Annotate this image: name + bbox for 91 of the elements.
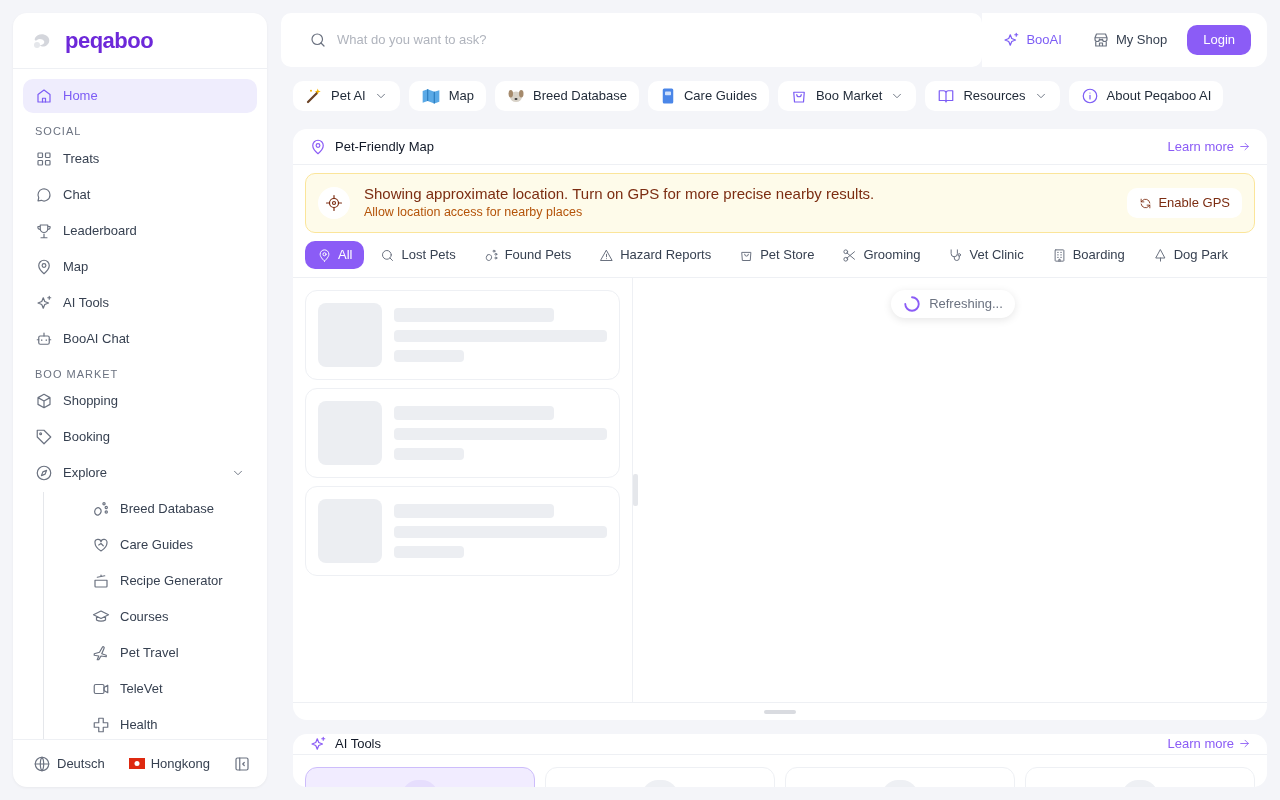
sidebar-subitem[interactable]: Pet Travel bbox=[80, 636, 257, 670]
dog-face-icon bbox=[507, 87, 525, 105]
learn-more-link[interactable]: Learn more bbox=[1167, 734, 1251, 754]
nav-chip[interactable]: Breed Database bbox=[495, 81, 639, 111]
pot-icon bbox=[92, 572, 110, 590]
sidebar-subitem[interactable]: Breed Database bbox=[80, 492, 257, 526]
search-icon bbox=[309, 31, 327, 49]
heart-icon bbox=[92, 536, 110, 554]
category-filter[interactable]: All bbox=[305, 241, 365, 269]
sparkle-icon bbox=[1002, 31, 1021, 49]
learn-more-link[interactable]: Learn more bbox=[1167, 136, 1251, 157]
sidebar-item[interactable]: Map bbox=[23, 249, 257, 284]
map-pin-icon bbox=[317, 247, 332, 263]
language-selector[interactable]: Deutsch bbox=[29, 749, 109, 778]
stethoscope-icon bbox=[948, 247, 964, 263]
trophy-icon bbox=[35, 221, 53, 240]
category-filter[interactable]: Boarding bbox=[1039, 241, 1137, 269]
store-icon bbox=[1091, 31, 1110, 49]
magic-wand-icon bbox=[305, 87, 323, 105]
tag-icon bbox=[35, 428, 53, 446]
nav-chip[interactable]: Resources bbox=[925, 81, 1060, 111]
flag-icon bbox=[128, 758, 145, 769]
info-icon bbox=[1080, 87, 1099, 105]
login-button[interactable]: Login bbox=[1187, 25, 1251, 55]
compass-icon bbox=[35, 464, 53, 482]
sidebar-subitem[interactable]: Care Guides bbox=[80, 528, 257, 562]
plus-icon bbox=[92, 716, 110, 734]
section-heading: SOCIAL bbox=[34, 124, 83, 139]
sidebar-item[interactable]: Leaderboard bbox=[23, 213, 257, 248]
section-heading: BOO MARKET bbox=[34, 366, 120, 382]
grid-icon bbox=[35, 149, 53, 168]
nav-chip[interactable]: Map bbox=[408, 81, 486, 111]
resize-handle[interactable] bbox=[633, 474, 638, 506]
spinner-icon bbox=[903, 294, 922, 313]
header-link[interactable]: My Shop bbox=[1081, 24, 1178, 56]
category-filter[interactable]: Pet Store bbox=[727, 241, 827, 269]
category-filter[interactable]: Lost Pets bbox=[368, 241, 468, 269]
notice-hint: Allow location access for nearby places bbox=[364, 203, 584, 221]
nav-chip[interactable]: Care Guides bbox=[647, 81, 769, 111]
chat-bubble-icon bbox=[35, 185, 53, 204]
package-icon bbox=[35, 392, 53, 410]
globe-icon bbox=[33, 754, 51, 773]
nav-chip[interactable]: Boo Market bbox=[777, 81, 917, 111]
sidebar-item[interactable]: Treats bbox=[23, 141, 257, 176]
panel-title: Pet-Friendly Map bbox=[335, 137, 435, 156]
panel-title: AI Tools bbox=[335, 735, 382, 753]
nav-chip[interactable]: Pet AI bbox=[293, 81, 400, 111]
search-field[interactable]: What do you want to ask? bbox=[281, 13, 983, 67]
search-input[interactable]: What do you want to ask? bbox=[337, 30, 983, 50]
sparkle-icon bbox=[309, 734, 327, 753]
category-filter[interactable]: Found Pets bbox=[471, 241, 584, 269]
category-filter[interactable]: Hazard Reports bbox=[587, 241, 724, 269]
crosshair-icon bbox=[325, 194, 343, 212]
paw-icon bbox=[92, 500, 110, 518]
building-icon bbox=[1051, 247, 1067, 263]
sidebar-item[interactable]: Chat bbox=[23, 177, 257, 212]
sidebar-item[interactable]: Shopping bbox=[23, 384, 257, 418]
paw-icon bbox=[483, 247, 499, 263]
airplane-icon bbox=[92, 644, 110, 662]
sidebar-item[interactable]: AI Tools bbox=[23, 285, 257, 320]
search-icon bbox=[380, 247, 396, 263]
home-icon bbox=[35, 87, 53, 105]
collapse-sidebar-icon bbox=[233, 755, 251, 774]
map-pin-icon bbox=[309, 137, 327, 156]
category-filter[interactable]: Dog Park bbox=[1140, 241, 1240, 269]
sidebar-subitem[interactable]: TeleVet bbox=[80, 672, 257, 706]
map-pin-icon bbox=[35, 257, 53, 276]
category-filter[interactable]: Vet Clinic bbox=[936, 241, 1036, 269]
logo-text[interactable]: peqaboo bbox=[65, 24, 154, 57]
sidebar-item[interactable]: Home bbox=[23, 79, 257, 113]
drag-handle[interactable] bbox=[764, 709, 796, 714]
folded-map-icon bbox=[420, 87, 441, 105]
sidebar-subitem[interactable]: Recipe Generator bbox=[80, 564, 257, 598]
scissors-icon bbox=[842, 247, 858, 263]
region-selector[interactable]: Hongkong bbox=[124, 749, 225, 778]
warning-icon bbox=[599, 247, 615, 263]
header-link[interactable]: BooAI bbox=[992, 24, 1072, 56]
open-book-icon bbox=[937, 87, 956, 105]
notice-message: Showing approximate location. Turn on GPS for more precise nearby results. bbox=[364, 184, 876, 203]
sidebar-item[interactable]: Explore bbox=[23, 456, 257, 490]
sidebar-subitem[interactable]: Courses bbox=[80, 600, 257, 634]
refreshing-indicator: Refreshing... bbox=[891, 290, 1015, 318]
sidebar-item[interactable]: BooAI Chat bbox=[23, 321, 257, 356]
enable-gps-button[interactable]: Enable GPS bbox=[1127, 188, 1242, 218]
sidebar-item[interactable]: Booking bbox=[23, 420, 257, 454]
arrow-right-icon bbox=[1238, 140, 1251, 153]
sparkle-icon bbox=[35, 293, 53, 312]
category-filter[interactable]: Grooming bbox=[830, 241, 933, 269]
refresh-icon bbox=[1139, 196, 1153, 210]
sidebar-subitem[interactable]: Health bbox=[80, 708, 257, 739]
nav-chip[interactable]: About Peqaboo AI bbox=[1068, 81, 1224, 111]
